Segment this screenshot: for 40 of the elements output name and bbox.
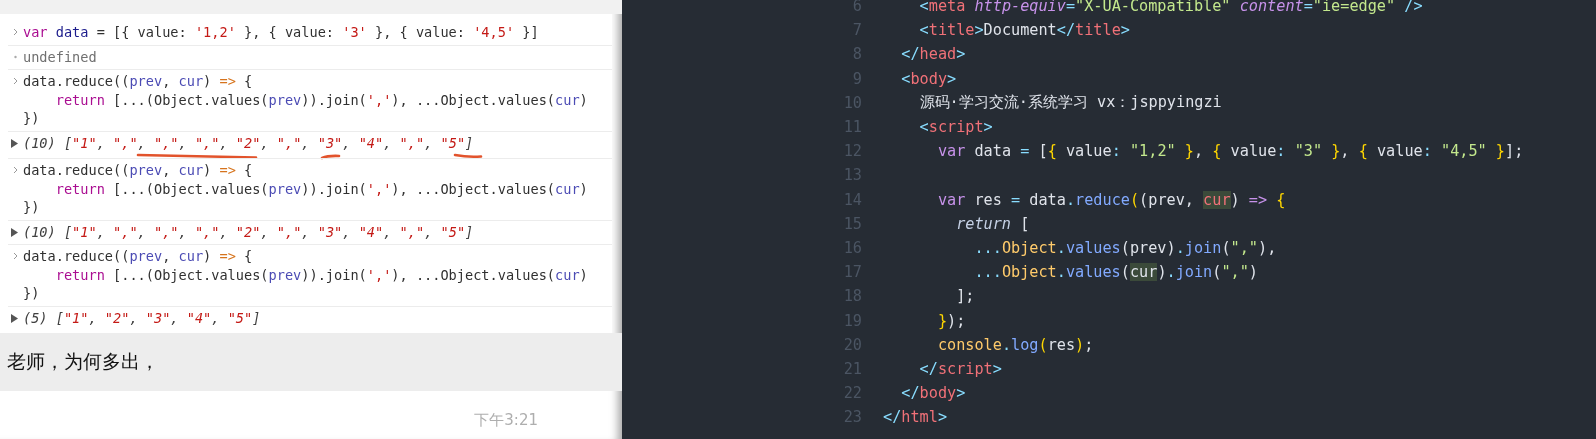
console-code-line: }) — [23, 109, 41, 128]
code-line: }); — [937, 311, 966, 330]
expand-arrow-icon[interactable] — [9, 227, 18, 237]
code-line: </script> — [919, 359, 1002, 378]
console-code-line: return [...(Object.values(prev)).join(','), ...Object.values(cur) — [54, 90, 588, 109]
chat-message: 老师，为何多出， — [7, 349, 159, 374]
prompt-icon — [13, 28, 18, 36]
code-line: console.log(res); — [937, 335, 1094, 354]
console-code-line: return [...(Object.values(prev)).join(','), ...Object.values(cur) — [54, 265, 588, 284]
prompt-icon — [13, 77, 18, 85]
code-line: </body> — [901, 384, 966, 403]
code-line: var data = [{ value: "1,2" }, { value: "3" }, { value: "4,5" }]; — [937, 142, 1524, 161]
console-code-line: return [...(Object.values(prev)).join(','), ...Object.values(cur) — [54, 179, 588, 198]
expand-arrow-icon[interactable] — [9, 138, 18, 148]
console-result: (5) ["1", "2", "3", "4", "5"] — [23, 308, 261, 327]
console-code-line: var data = [{ value: '1,2' }, { value: '3' }, { value: '4,5' }] — [23, 23, 539, 42]
prompt-icon — [13, 166, 18, 174]
code-line: ]; — [956, 287, 975, 306]
code-line: ...Object.values(cur).join(",") — [974, 263, 1258, 282]
console-code-line: data.reduce((prev, cur) => { — [23, 72, 254, 91]
code-line: <title>Document</title> — [919, 21, 1130, 40]
prompt-icon — [13, 252, 18, 260]
console-code-line: }) — [23, 284, 41, 303]
code-line: 源码·学习交流·系统学习 vx：jsppyingzi — [919, 92, 1222, 114]
code-line: ...Object.values(prev).join(","), — [974, 238, 1277, 257]
code-line: <script> — [919, 118, 993, 137]
console-code-line: data.reduce((prev, cur) => { — [23, 161, 254, 180]
code-line: <meta http-equiv="X-UA-Compatible" content="ie=edge" /> — [919, 0, 1423, 16]
console-code-line: }) — [23, 198, 41, 217]
expand-arrow-icon[interactable] — [9, 313, 18, 323]
code-line: return [ — [956, 214, 1030, 233]
console-result: (10) ["1", ",", ",", ",", "2", ",", "3", "4", ",", "5"] — [23, 133, 474, 152]
code-line: </head> — [901, 45, 966, 64]
console-result: (10) ["1", ",", ",", ",", "2", ",", "3", "4", ",", "5"] — [23, 222, 474, 241]
code-line: var res = data.reduce((prev, cur) => { — [937, 190, 1286, 209]
message-time: 下午3:21 — [474, 410, 538, 430]
code-line: </html> — [883, 408, 948, 427]
code-line: <body> — [901, 69, 957, 88]
console-output: undefined — [23, 47, 97, 66]
console-code-line: data.reduce((prev, cur) => { — [23, 247, 254, 266]
